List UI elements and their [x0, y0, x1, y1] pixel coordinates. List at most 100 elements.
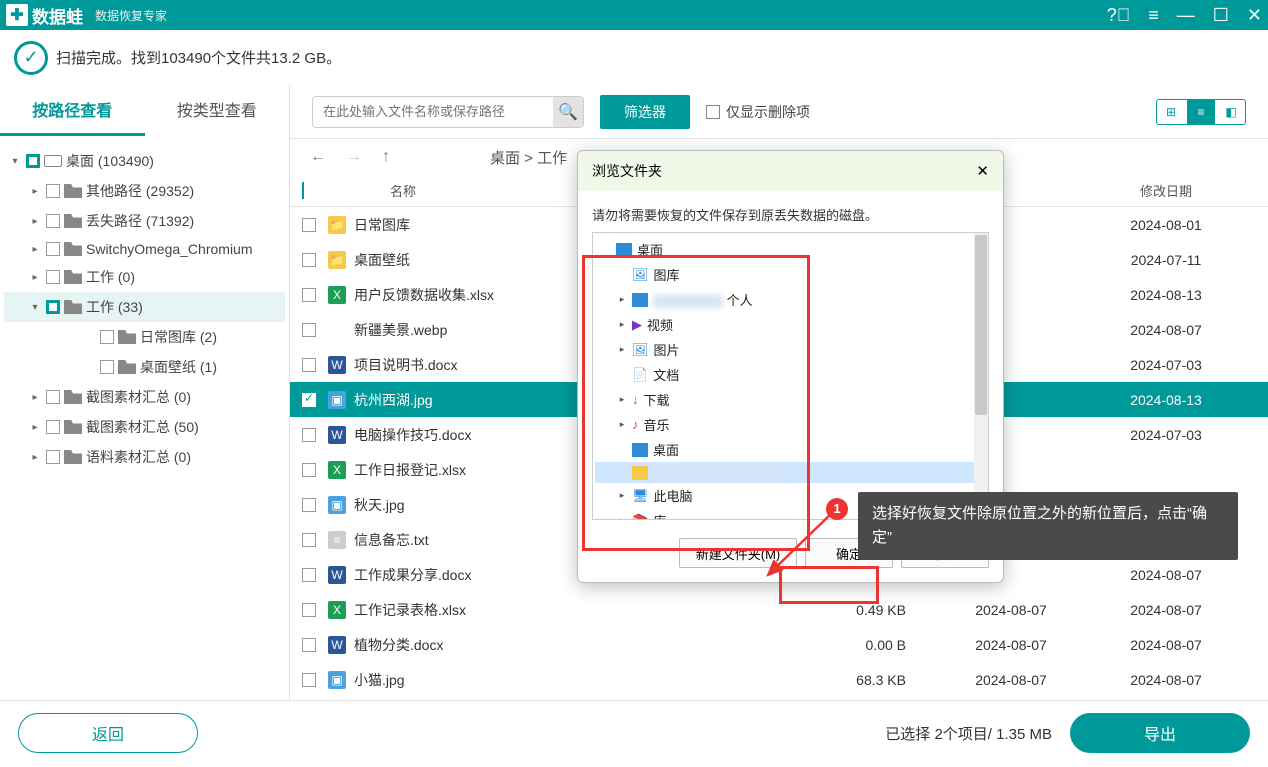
row-checkbox[interactable] — [302, 323, 316, 337]
tree-item[interactable]: ▸ 语料素材汇总 (0) — [4, 442, 285, 472]
tree-item[interactable]: 日常图库 (2) — [4, 322, 285, 352]
checkbox[interactable] — [46, 390, 60, 404]
menu-icon[interactable]: ≡ — [1148, 5, 1159, 26]
dialog-tree-item[interactable]: 桌面 — [595, 237, 986, 262]
chevron-icon[interactable]: ▸ — [617, 490, 627, 501]
tree-item[interactable]: ▸ SwitchyOmega_Chromium — [4, 236, 285, 262]
row-checkbox[interactable] — [302, 603, 316, 617]
breadcrumb[interactable]: 桌面 > 工作 — [490, 147, 567, 168]
chevron-icon[interactable]: ▸ — [617, 419, 627, 430]
export-button[interactable]: 导出 — [1070, 713, 1250, 753]
dialog-tree-item[interactable]: ▸🖼图片 — [595, 337, 986, 362]
dialog-tree-item[interactable]: ▸↓下载 — [595, 387, 986, 412]
file-row[interactable]: W 植物分类.docx0.00 B2024-08-07 2024-08-07 — [290, 627, 1268, 662]
dialog-tree-item[interactable]: 🖼图库 — [595, 262, 986, 287]
chevron-icon[interactable]: ▸ — [617, 294, 627, 305]
row-checkbox[interactable] — [302, 673, 316, 687]
col-date[interactable]: 修改日期 — [1076, 181, 1256, 200]
tree-item[interactable]: ▾ 工作 (33) — [4, 292, 285, 322]
row-checkbox[interactable] — [302, 533, 316, 547]
tree-item[interactable]: ▾ 桌面 (103490) — [4, 146, 285, 176]
chevron-icon[interactable]: ▸ — [28, 216, 42, 227]
tab-by-type[interactable]: 按类型查看 — [145, 85, 290, 136]
dialog-item-label: 视频 — [647, 315, 673, 334]
chevron-icon[interactable]: ▸ — [617, 515, 627, 520]
tree-item[interactable]: ▸ 截图素材汇总 (0) — [4, 382, 285, 412]
chevron-icon[interactable]: ▸ — [28, 244, 42, 255]
dialog-item-label: 图库 — [654, 265, 680, 284]
tree-item[interactable]: ▸ 工作 (0) — [4, 262, 285, 292]
row-checkbox[interactable] — [302, 498, 316, 512]
checkbox[interactable] — [46, 300, 60, 314]
row-checkbox[interactable] — [302, 358, 316, 372]
minimize-icon[interactable]: — — [1177, 5, 1195, 26]
checkbox[interactable] — [46, 450, 60, 464]
checkbox[interactable] — [26, 154, 40, 168]
chevron-icon[interactable]: ▾ — [28, 302, 42, 313]
chevron-icon[interactable]: ▾ — [8, 156, 22, 167]
nav-back-icon[interactable]: ← — [310, 148, 326, 166]
chevron-icon[interactable]: ▸ — [617, 319, 627, 330]
search-box[interactable]: 🔍 — [312, 96, 584, 128]
dialog-tree-item[interactable]: ▸▶视频 — [595, 312, 986, 337]
file-row[interactable]: ▣ 小猫.jpg68.3 KB2024-08-07 2024-08-07 — [290, 662, 1268, 697]
chevron-icon[interactable]: ▸ — [28, 392, 42, 403]
checkbox[interactable] — [46, 420, 60, 434]
dialog-tree-item[interactable]: 桌面 — [595, 437, 986, 462]
file-row[interactable]: X 工作记录表格.xlsx0.49 KB2024-08-07 2024-08-0… — [290, 592, 1268, 627]
checkbox[interactable] — [46, 270, 60, 284]
folder-icon — [64, 420, 82, 434]
row-checkbox[interactable] — [302, 463, 316, 477]
only-deleted-toggle[interactable]: 仅显示删除项 — [706, 102, 810, 122]
view-list-icon[interactable]: ≡ — [1187, 100, 1215, 124]
row-checkbox[interactable] — [302, 428, 316, 442]
dialog-tree-item[interactable] — [595, 462, 986, 483]
folder-tree[interactable]: ▾ 桌面 (103490)▸ 其他路径 (29352)▸ 丢失路径 (71392… — [0, 136, 289, 696]
dialog-tree-item[interactable]: ▸ 个人 — [595, 287, 986, 312]
scrollbar-thumb[interactable] — [975, 235, 987, 415]
row-checkbox[interactable] — [302, 218, 316, 232]
tree-item[interactable]: 桌面壁纸 (1) — [4, 352, 285, 382]
select-all-checkbox[interactable] — [302, 182, 304, 199]
search-icon[interactable]: 🔍 — [553, 97, 583, 127]
close-icon[interactable]: ✕ — [1247, 5, 1262, 26]
filter-button[interactable]: 筛选器 — [600, 95, 690, 129]
chevron-icon[interactable]: ▸ — [28, 272, 42, 283]
chevron-icon[interactable]: ▸ — [28, 186, 42, 197]
row-checkbox[interactable] — [302, 253, 316, 267]
row-checkbox[interactable] — [302, 393, 316, 407]
row-checkbox[interactable] — [302, 638, 316, 652]
tree-item[interactable]: ▸ 截图素材汇总 (50) — [4, 412, 285, 442]
search-input[interactable] — [313, 104, 553, 119]
nav-forward-icon[interactable]: → — [346, 148, 362, 166]
checkbox[interactable] — [46, 214, 60, 228]
dialog-folder-tree[interactable]: 桌面🖼图库▸ 个人▸▶视频▸🖼图片📄文档▸↓下载▸♪音乐桌面 ▸🖥此电脑▸📚库 — [592, 232, 989, 520]
checkbox[interactable] — [100, 360, 114, 374]
chevron-icon[interactable]: ▸ — [28, 452, 42, 463]
help-icon[interactable]: ?⃝ — [1107, 5, 1131, 26]
maximize-icon[interactable]: ☐ — [1213, 5, 1229, 26]
dialog-tree-item[interactable]: 📄文档 — [595, 362, 986, 387]
back-button[interactable]: 返回 — [18, 713, 198, 753]
tree-item[interactable]: ▸ 其他路径 (29352) — [4, 176, 285, 206]
view-detail-icon[interactable]: ◧ — [1217, 100, 1245, 124]
dialog-close-icon[interactable]: ✕ — [976, 162, 989, 180]
folder-icon — [64, 450, 82, 464]
chevron-icon[interactable]: ▸ — [617, 394, 627, 405]
scrollbar[interactable] — [974, 233, 988, 519]
folder-icon — [632, 293, 648, 307]
row-checkbox[interactable] — [302, 568, 316, 582]
checkbox[interactable] — [46, 242, 60, 256]
checkbox-icon[interactable] — [706, 105, 720, 119]
row-checkbox[interactable] — [302, 288, 316, 302]
view-grid-icon[interactable]: ⊞ — [1157, 100, 1185, 124]
chevron-icon[interactable]: ▸ — [617, 344, 627, 355]
nav-up-icon[interactable]: ↑ — [382, 148, 390, 166]
tree-item[interactable]: ▸ 丢失路径 (71392) — [4, 206, 285, 236]
chevron-icon[interactable]: ▸ — [28, 422, 42, 433]
dialog-tree-item[interactable]: ▸♪音乐 — [595, 412, 986, 437]
tab-by-path[interactable]: 按路径查看 — [0, 85, 145, 136]
file-size: 0.49 KB — [816, 602, 946, 618]
checkbox[interactable] — [100, 330, 114, 344]
checkbox[interactable] — [46, 184, 60, 198]
